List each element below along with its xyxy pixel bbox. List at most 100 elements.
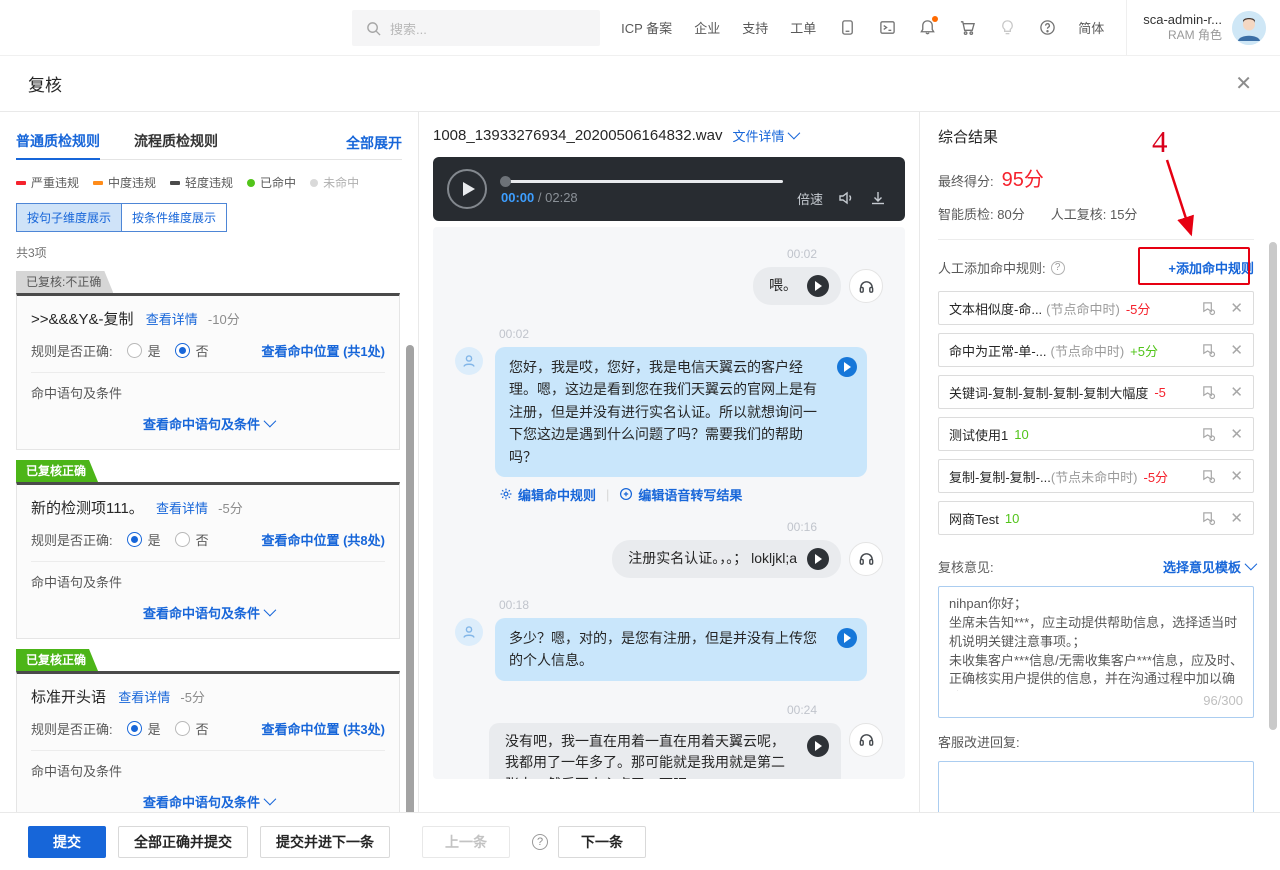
agent-reply-textarea[interactable] [938, 761, 1254, 812]
bubble-play-icon[interactable] [837, 357, 857, 377]
radio-no[interactable] [175, 343, 190, 358]
nav-right: 费用 ICP 备案 企业 支持 工单 简体 [573, 0, 1280, 55]
submit-button[interactable]: 提交 [28, 826, 106, 858]
radio-option-yes[interactable]: 是 [127, 719, 161, 738]
download-icon[interactable] [869, 189, 887, 207]
nav-item-support[interactable]: 支持 [742, 18, 768, 37]
view-detail-link[interactable]: 查看详情 [118, 690, 170, 705]
chevron-down-icon [264, 604, 277, 617]
previous-button[interactable]: 上一条 [422, 826, 510, 858]
volume-icon[interactable] [837, 189, 855, 207]
radio-yes[interactable] [127, 343, 142, 358]
bubble-play-icon[interactable] [837, 628, 857, 648]
radio-option-yes[interactable]: 是 [127, 341, 161, 360]
severe-marker [16, 181, 26, 185]
view-hit-statements-link[interactable]: 查看命中语句及条件 [31, 603, 385, 622]
speed-control[interactable]: 倍速 [797, 189, 823, 208]
radio-option-no[interactable]: 否 [175, 530, 209, 549]
remove-icon[interactable]: ✕ [1230, 469, 1243, 484]
toggle-condition-view[interactable]: 按条件维度展示 [122, 203, 227, 232]
view-positions-link[interactable]: 查看命中位置 (共1处) [261, 341, 385, 360]
locate-flag-icon[interactable] [1201, 301, 1216, 316]
agent-reply-label: 客服改进回复: [938, 732, 1254, 751]
tab-normal-rules[interactable]: 普通质检规则 [16, 126, 100, 160]
rule-title: 标准开头语 [31, 689, 106, 706]
radio-option-no[interactable]: 否 [175, 719, 209, 738]
next-button[interactable]: 下一条 [558, 826, 646, 858]
user-block[interactable]: sca-admin-r... RAM 角色 [1126, 0, 1266, 55]
radio-no[interactable] [175, 532, 190, 547]
message-text: 喂。 [769, 275, 797, 297]
nav-item-lang[interactable]: 简体 [1078, 18, 1104, 37]
locate-flag-icon[interactable] [1201, 343, 1216, 358]
remove-icon[interactable]: ✕ [1230, 343, 1243, 358]
lightbulb-icon[interactable] [998, 19, 1016, 37]
add-hit-rule-button[interactable]: +添加命中规则 [1168, 258, 1254, 277]
radio-option-no[interactable]: 否 [175, 341, 209, 360]
radio-yes[interactable] [127, 532, 142, 547]
bell-icon[interactable] [918, 19, 936, 37]
bubble-play-icon[interactable] [807, 548, 829, 570]
play-button[interactable] [447, 169, 487, 209]
opinion-template-link[interactable]: 选择意见模板 [1163, 557, 1254, 576]
remove-icon[interactable]: ✕ [1230, 427, 1243, 442]
search-icon [364, 19, 382, 37]
headphone-button[interactable] [849, 269, 883, 303]
rule-correct-label: 规则是否正确: [31, 530, 113, 549]
help-icon[interactable]: ? [1051, 261, 1065, 275]
close-icon[interactable]: ✕ [1235, 74, 1252, 94]
left-panel-scrollbar[interactable] [406, 345, 414, 812]
submit-and-next-button[interactable]: 提交并进下一条 [260, 826, 390, 858]
locate-flag-icon[interactable] [1201, 427, 1216, 442]
rule-title-row: 新的检测项111。 查看详情 -5分 [31, 497, 385, 518]
search-input[interactable]: 搜索... [352, 10, 600, 46]
help-icon[interactable] [1038, 19, 1056, 37]
view-hit-statements-link[interactable]: 查看命中语句及条件 [31, 414, 385, 433]
rules-panel: 普通质检规则 流程质检规则 全部展开 严重违规 中度违规 轻度违规 已命中 未命… [0, 112, 419, 812]
help-icon[interactable]: ? [532, 834, 548, 850]
view-hit-statements-link[interactable]: 查看命中语句及条件 [31, 792, 385, 811]
rule-title-row: 标准开头语 查看详情 -5分 [31, 686, 385, 707]
view-detail-link[interactable]: 查看详情 [146, 312, 198, 327]
severity-legend: 严重违规 中度违规 轻度违规 已命中 未命中 [16, 174, 402, 191]
nav-item-enterprise[interactable]: 企业 [694, 18, 720, 37]
app-icon[interactable] [838, 19, 856, 37]
remove-icon[interactable]: ✕ [1230, 301, 1243, 316]
radio-yes[interactable] [127, 721, 142, 736]
console-icon[interactable] [878, 19, 896, 37]
edit-transcript-action[interactable]: 编辑语音转写结果 [619, 485, 742, 504]
headphone-button[interactable] [849, 723, 883, 757]
headphone-button[interactable] [849, 542, 883, 576]
nav-item-tickets[interactable]: 工单 [790, 18, 816, 37]
bubble-play-icon[interactable] [807, 735, 829, 757]
edit-rule-action[interactable]: 编辑命中规则 [499, 485, 596, 504]
nav-item-icp[interactable]: ICP 备案 [621, 18, 672, 37]
locate-flag-icon[interactable] [1201, 469, 1216, 484]
review-status-badge: 已复核正确 [16, 460, 98, 482]
locate-flag-icon[interactable] [1201, 511, 1216, 526]
chevron-down-icon [264, 793, 277, 806]
avatar[interactable] [1232, 11, 1266, 45]
review-opinion-textarea[interactable]: nihpan你好； 坐席未告知***，应主动提供帮助信息，选择适当时机说明关键注… [938, 586, 1254, 718]
all-correct-submit-button[interactable]: 全部正确并提交 [118, 826, 248, 858]
expand-all-link[interactable]: 全部展开 [346, 133, 402, 153]
transcript-panel: 1008_13933276934_20200506164832.wav 文件详情… [419, 112, 920, 812]
cart-icon[interactable] [958, 19, 976, 37]
agent-message: 您好，我是哎，您好，我是电信天翼云的客户经理。嗯，这边是看到您在我们天翼云的官网… [455, 347, 883, 477]
progress-handle[interactable] [500, 176, 511, 187]
file-detail-link[interactable]: 文件详情 [732, 126, 797, 145]
radio-option-yes[interactable]: 是 [127, 530, 161, 549]
remove-icon[interactable]: ✕ [1230, 385, 1243, 400]
radio-no[interactable] [175, 721, 190, 736]
toggle-sentence-view[interactable]: 按句子维度展示 [16, 203, 122, 232]
remove-icon[interactable]: ✕ [1230, 511, 1243, 526]
progress-bar[interactable] [501, 180, 783, 183]
locate-flag-icon[interactable] [1201, 385, 1216, 400]
page-scrollbar[interactable] [1269, 242, 1277, 730]
view-positions-link[interactable]: 查看命中位置 (共3处) [261, 719, 385, 738]
view-positions-link[interactable]: 查看命中位置 (共8处) [261, 530, 385, 549]
view-detail-link[interactable]: 查看详情 [156, 501, 208, 516]
tab-flow-rules[interactable]: 流程质检规则 [134, 126, 218, 160]
rule-correct-label: 规则是否正确: [31, 719, 113, 738]
bubble-play-icon[interactable] [807, 275, 829, 297]
